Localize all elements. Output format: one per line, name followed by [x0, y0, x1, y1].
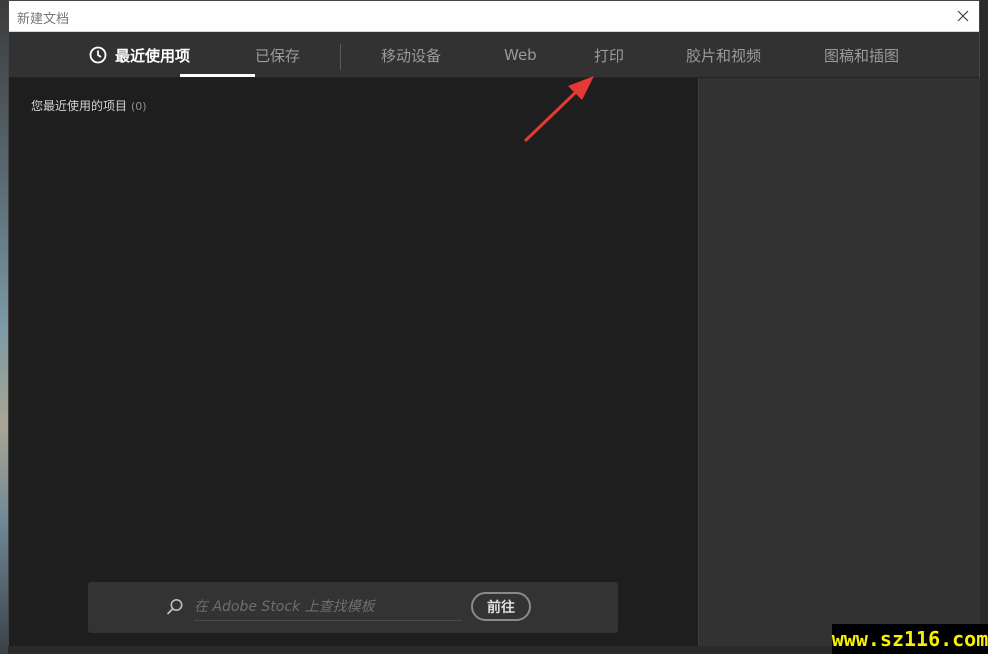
category-tabs: 最近使用项 已保存 移动设备 Web 打印 胶片和视频 图稿和插图	[9, 32, 979, 78]
tab-mobile[interactable]: 移动设备	[381, 32, 441, 78]
desktop-background	[0, 0, 8, 654]
search-icon	[166, 598, 184, 620]
annotation-arrow-icon	[523, 76, 594, 143]
recent-items-heading: 您最近使用的项目 (0)	[31, 97, 147, 114]
tab-saved-label: 已保存	[255, 46, 301, 65]
recent-items-panel: 您最近使用的项目(0) 前往	[9, 78, 698, 646]
clock-icon	[89, 46, 107, 64]
tab-art-illustration-label: 图稿和插图	[824, 46, 900, 65]
new-document-dialog: 新建文档 最近使用项 已保存 移动设备 Web 打印 胶片和视频 图稿和插图 您…	[8, 0, 980, 646]
tab-web-label: Web	[504, 46, 537, 64]
stock-search-input[interactable]	[194, 594, 462, 621]
watermark: www.sz116.com	[832, 624, 988, 654]
tab-recent-label: 最近使用项	[115, 46, 191, 65]
recent-count: (0)	[131, 100, 147, 113]
tab-divider	[340, 44, 341, 70]
go-button[interactable]: 前往	[471, 592, 531, 621]
preset-details-panel	[698, 78, 980, 646]
close-icon[interactable]	[953, 6, 973, 26]
tab-art-illustration[interactable]: 图稿和插图	[824, 32, 899, 78]
stock-search-bar: 前往	[88, 582, 618, 633]
tab-film-video-label: 胶片和视频	[686, 46, 762, 65]
active-tab-indicator	[180, 74, 255, 77]
recent-heading-label: 您最近使用的项目	[31, 99, 128, 113]
tab-print-label: 打印	[594, 46, 625, 65]
tab-mobile-label: 移动设备	[381, 46, 442, 65]
window-title: 新建文档	[17, 12, 70, 27]
title-bar: 新建文档	[9, 1, 979, 32]
tab-saved[interactable]: 已保存	[255, 32, 300, 78]
tab-film-video[interactable]: 胶片和视频	[686, 32, 761, 78]
tab-recent[interactable]: 最近使用项	[89, 32, 190, 78]
